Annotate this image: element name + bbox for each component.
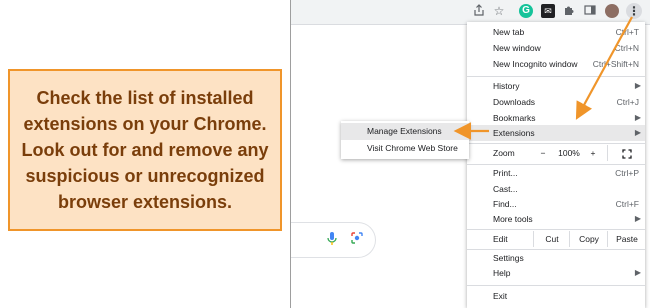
chrome-main-menu: New tab Ctrl+T New window Ctrl+N New Inc…	[467, 22, 645, 308]
menu-item-extensions[interactable]: Extensions ▶	[467, 125, 645, 141]
menu-item-edit: Edit Cut Copy Paste	[467, 231, 645, 247]
fullscreen-icon[interactable]	[607, 145, 646, 161]
menu-item-print[interactable]: Print... Ctrl+P	[467, 165, 645, 181]
menu-label: Extensions	[493, 128, 535, 138]
menu-divider	[467, 76, 645, 77]
menu-shortcut: Ctrl+J	[616, 97, 639, 107]
menu-label: Print...	[493, 168, 518, 178]
menu-label: Find...	[493, 199, 517, 209]
side-panel-icon[interactable]	[583, 4, 597, 18]
menu-item-new-tab[interactable]: New tab Ctrl+T	[467, 24, 645, 40]
menu-label: Exit	[493, 291, 508, 301]
menu-label: New tab	[493, 27, 525, 37]
menu-item-new-incognito[interactable]: New Incognito window Ctrl+Shift+N	[467, 56, 645, 72]
profile-avatar[interactable]	[605, 4, 619, 18]
chevron-right-icon: ▶	[634, 214, 641, 223]
menu-divider	[467, 143, 645, 144]
menu-item-find[interactable]: Find... Ctrl+F	[467, 196, 645, 212]
menu-item-downloads[interactable]: Downloads Ctrl+J	[467, 94, 645, 110]
menu-divider	[467, 229, 645, 230]
menu-label: New Incognito window	[493, 59, 578, 69]
chevron-right-icon: ▶	[634, 128, 641, 137]
menu-label: Edit	[493, 234, 508, 244]
menu-label: Downloads	[493, 97, 536, 107]
menu-item-zoom: Zoom − 100% +	[467, 145, 645, 161]
menu-label: Settings	[493, 253, 524, 263]
menu-dots-icon[interactable]: ⋮	[626, 3, 642, 19]
menu-item-cast[interactable]: Cast...	[467, 181, 645, 197]
menu-shortcut: Ctrl+F	[615, 199, 639, 209]
zoom-out-button[interactable]: −	[535, 145, 551, 161]
zoom-level: 100%	[558, 148, 580, 158]
google-lens-icon[interactable]	[350, 231, 364, 245]
menu-label: Cast...	[493, 184, 518, 194]
chevron-right-icon: ▶	[634, 81, 641, 90]
paste-button[interactable]: Paste	[607, 231, 646, 247]
callout-text: Check the list of installed extensions o…	[21, 88, 269, 212]
menu-item-help[interactable]: Help ▶	[467, 265, 645, 281]
menu-item-exit[interactable]: Exit	[467, 288, 645, 304]
menu-label: More tools	[493, 214, 533, 224]
share-icon[interactable]	[472, 4, 486, 18]
zoom-in-button[interactable]: +	[585, 145, 601, 161]
copy-button[interactable]: Copy	[569, 231, 608, 247]
menu-label: Bookmarks	[493, 113, 536, 123]
star-icon[interactable]: ☆	[492, 4, 506, 18]
extensions-submenu: Manage Extensions Visit Chrome Web Store	[341, 121, 469, 159]
extension-blackbox-icon[interactable]: ✉	[541, 4, 555, 18]
submenu-label: Visit Chrome Web Store	[367, 143, 458, 153]
menu-item-new-window[interactable]: New window Ctrl+N	[467, 40, 645, 56]
menu-item-settings[interactable]: Settings	[467, 250, 645, 266]
menu-shortcut: Ctrl+T	[615, 27, 639, 37]
cut-button[interactable]: Cut	[533, 231, 570, 247]
microphone-icon[interactable]	[327, 231, 337, 247]
menu-label: New window	[493, 43, 541, 53]
chevron-right-icon: ▶	[634, 268, 641, 277]
menu-divider	[467, 285, 645, 286]
menu-item-bookmarks[interactable]: Bookmarks ▶	[467, 110, 645, 126]
menu-label: Zoom	[493, 148, 515, 158]
menu-label: History	[493, 81, 520, 91]
manage-extensions-item[interactable]: Manage Extensions	[341, 123, 469, 140]
instruction-callout: Check the list of installed extensions o…	[8, 69, 282, 231]
submenu-label: Manage Extensions	[367, 126, 442, 136]
menu-shortcut: Ctrl+Shift+N	[592, 59, 639, 69]
menu-shortcut: Ctrl+P	[615, 168, 639, 178]
menu-label: Help	[493, 268, 511, 278]
menu-item-history[interactable]: History ▶	[467, 78, 645, 94]
visit-web-store-item[interactable]: Visit Chrome Web Store	[341, 140, 469, 157]
chevron-right-icon: ▶	[634, 113, 641, 122]
grammarly-icon[interactable]: G	[519, 4, 533, 18]
menu-shortcut: Ctrl+N	[614, 43, 639, 53]
puzzle-icon[interactable]	[562, 4, 576, 18]
menu-item-more-tools[interactable]: More tools ▶	[467, 211, 645, 227]
